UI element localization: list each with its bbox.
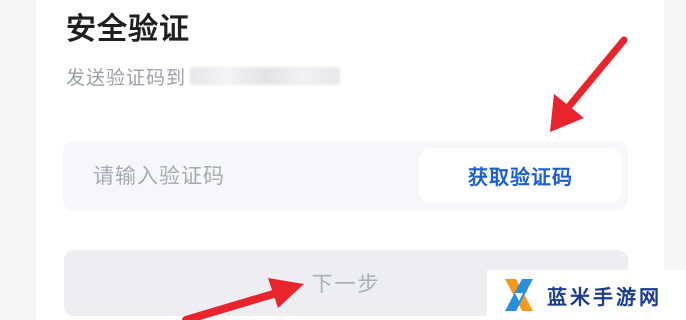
verification-code-input[interactable] bbox=[63, 141, 403, 210]
left-background-strip bbox=[0, 0, 36, 320]
watermark: 蓝米手游网 bbox=[487, 270, 686, 320]
site-logo-icon bbox=[505, 279, 533, 311]
verification-code-field: 获取验证码 bbox=[63, 141, 628, 210]
page-title: 安全验证 bbox=[66, 12, 190, 47]
watermark-text: 蓝米手游网 bbox=[547, 284, 662, 309]
masked-phone-number bbox=[190, 67, 341, 85]
subtitle-row: 发送验证码到 bbox=[66, 62, 341, 90]
get-code-button[interactable]: 获取验证码 bbox=[419, 148, 622, 203]
subtitle-text: 发送验证码到 bbox=[66, 66, 187, 89]
